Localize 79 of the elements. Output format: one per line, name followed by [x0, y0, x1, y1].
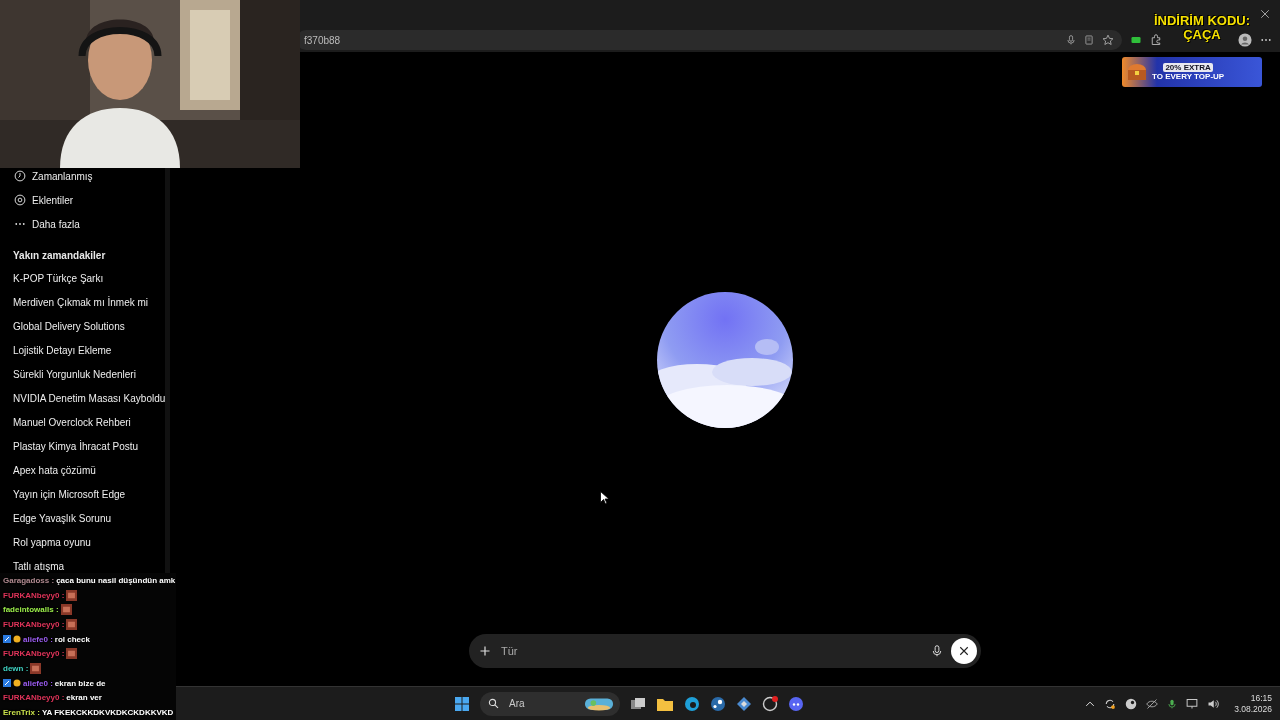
- chat-history-item[interactable]: Plastay Kimya İhracat Postu: [13, 441, 139, 453]
- badge-icon: [3, 679, 11, 688]
- badge-icon: [13, 635, 21, 644]
- chat-username: FURKANbeyy0 :: [3, 693, 65, 703]
- clock-icon: [14, 170, 26, 182]
- message-field[interactable]: Tür: [469, 634, 981, 668]
- close-icon: [959, 646, 969, 656]
- profile-icon: [1238, 33, 1252, 47]
- microphone-icon: [1066, 34, 1076, 46]
- chat-history-item[interactable]: Lojistik Detayı Ekleme: [13, 345, 112, 357]
- chat-history-item[interactable]: Edge Yavaşlık Sorunu: [13, 513, 112, 525]
- chat-app-icon: [788, 695, 804, 712]
- reader-icon: [1084, 34, 1094, 46]
- emote-icon: [60, 604, 72, 616]
- chat-history-item[interactable]: Apex hata çözümü: [13, 465, 96, 477]
- chat-history-item[interactable]: K-POP Türkçe Şarkı: [13, 273, 104, 285]
- sidebar-item[interactable]: Zamanlanmış: [0, 164, 165, 188]
- chat-username: FURKANbeyy0 :: [3, 619, 65, 629]
- chat-history-item[interactable]: Global Delivery Solutions: [13, 321, 125, 333]
- chat-history-item[interactable]: Yayın için Microsoft Edge: [13, 489, 126, 501]
- chat-history-item[interactable]: NVIDIA Denetim Masası Kayboldu: [13, 393, 166, 405]
- close-icon: [1260, 9, 1270, 19]
- search-input[interactable]: Ara: [507, 697, 576, 710]
- chest-icon: [1126, 62, 1148, 82]
- landscape-icon: [584, 695, 614, 712]
- clock-time: 16:15: [1250, 692, 1272, 704]
- chat-message: YA FKEKCKKDKVKDKCKDKKVKD: [41, 708, 174, 718]
- plus-icon: [479, 645, 491, 657]
- clock-date: 3.08.2026: [1234, 703, 1272, 715]
- chat-message: rol check: [54, 634, 90, 644]
- promo-code-label: İNDİRİM KODU:: [1153, 14, 1250, 28]
- chat-history-item[interactable]: Rol yapma oyunu: [13, 537, 91, 549]
- sidebar-item[interactable]: Eklentiler: [0, 188, 165, 212]
- chat-message: ekran bize de: [54, 678, 106, 688]
- emote-icon: [66, 648, 78, 660]
- eye-off-icon: [1146, 697, 1159, 710]
- browser-icon: [684, 695, 700, 712]
- message-input[interactable]: Tür: [499, 644, 923, 658]
- chat-username: fadeintowalls :: [3, 605, 59, 615]
- emote-icon: [66, 589, 78, 601]
- app-icon: [736, 695, 752, 712]
- promo-subline: TO EVERY TOP-UP: [1152, 72, 1225, 81]
- chat-history-item[interactable]: Manuel Overclock Rehberi: [13, 417, 131, 429]
- emote-icon: [30, 662, 42, 674]
- star-icon: [1102, 34, 1114, 46]
- sync-icon: [1104, 697, 1117, 710]
- task-view-icon: [630, 695, 646, 712]
- search-bar[interactable]: Ara: [480, 691, 620, 716]
- chat-message: ekran ver: [66, 693, 102, 703]
- section-heading: Yakın zamandakiler: [12, 249, 107, 263]
- windows-icon: [454, 695, 470, 712]
- search-icon: [488, 698, 499, 709]
- microphone-icon: [931, 644, 943, 658]
- chat-username: FURKANbeyy0 :: [3, 590, 65, 600]
- at-icon: [14, 194, 26, 206]
- chat-history-item[interactable]: Sürekli Yorgunluk Nedenleri: [13, 369, 136, 381]
- close-button[interactable]: [951, 638, 977, 664]
- chat-history-item[interactable]: Tatlı atışma: [13, 561, 65, 573]
- sidebar-item[interactable]: Daha fazla: [0, 212, 165, 236]
- puzzle-icon: [1150, 34, 1162, 46]
- recorder-icon: [762, 695, 778, 712]
- chat-username: ErenTrix :: [3, 708, 40, 718]
- chat-message: çaca bunu nasil düşündün amk: [56, 575, 176, 585]
- promo-headline: 20% EXTRA: [1163, 63, 1213, 72]
- extension-icon: [1130, 34, 1142, 46]
- network-icon: [1186, 697, 1199, 710]
- badge-icon: [13, 679, 21, 688]
- chat-username: aliefe0 :: [23, 678, 53, 688]
- chat-history-item[interactable]: Merdiven Çıkmak mı İnmek mi: [13, 297, 149, 309]
- speaker-icon: [1207, 697, 1220, 710]
- chat-username: Garagadoss :: [3, 575, 55, 585]
- emote-icon: [66, 618, 78, 630]
- badge-icon: [3, 635, 11, 644]
- promo-code: ÇAÇA: [1183, 28, 1221, 42]
- chat-username: aliefe0 :: [23, 634, 53, 644]
- cursor-icon: [600, 491, 609, 505]
- chat-username: dewn :: [3, 663, 29, 673]
- microphone-icon: [1167, 697, 1178, 710]
- chat-username: FURKANbeyy0 :: [3, 649, 65, 659]
